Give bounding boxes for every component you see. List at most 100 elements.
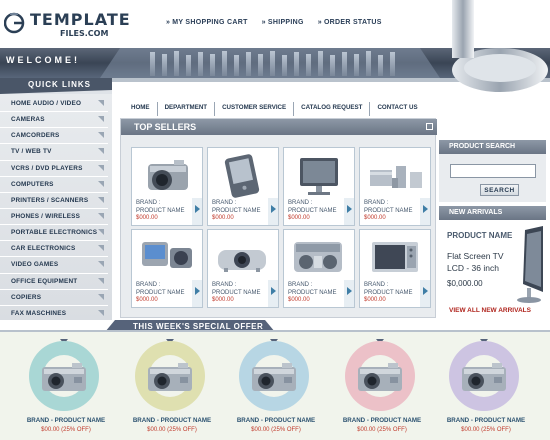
special-offer-header-bg [0,320,550,332]
digital-camera-icon[interactable] [146,361,194,393]
product-card[interactable]: BRAND : PRODUCT NAME $000.00 [207,229,279,308]
site-logo[interactable]: TEMPLATE FILES.COM [4,8,144,42]
nav-department[interactable]: DEPARTMENT [158,102,216,116]
corner-arrow-icon [98,164,104,171]
product-card-name: BRAND : PRODUCT NAME [364,282,413,297]
play-arrow-icon[interactable] [195,287,200,295]
digital-camera-icon[interactable] [250,361,298,393]
offer-product-name[interactable]: BRAND - PRODUCT NAME [122,417,222,424]
sidebar-item[interactable]: HOME AUDIO / VIDEO [0,96,108,113]
special-offer-title: THIS WEEK'S SPECIAL OFFER [133,322,264,331]
play-arrow-icon[interactable] [271,287,276,295]
sidebar-item[interactable]: TV / WEB TV [0,144,108,161]
product-name: PRODUCT NAME [288,289,337,296]
sidebar-item[interactable]: PORTABLE ELECTRONICS [0,225,108,242]
play-arrow-icon[interactable] [423,287,428,295]
product-card[interactable]: BRAND : PRODUCT NAME $000.00 [359,147,431,226]
offer-price: $00.00 (25% OFF) [357,427,407,433]
order-status-link[interactable]: » ORDER STATUS [318,19,382,26]
shopping-cart-label: MY SHOPPING CART [172,19,248,26]
product-price: $000.00 [364,215,386,221]
offer-price: $00.00 (25% OFF) [41,427,91,433]
product-card-name: BRAND : PRODUCT NAME [136,200,185,215]
corner-arrow-icon [98,132,104,139]
product-card[interactable]: BRAND : PRODUCT NAME $000.00 [283,147,355,226]
lcd-monitor-icon[interactable] [286,150,352,198]
product-price: $000.00 [136,215,158,221]
offer-product-name[interactable]: BRAND - PRODUCT NAME [436,417,536,424]
play-arrow-icon[interactable] [347,205,352,213]
nav-customer-service[interactable]: CUSTOMER SERVICE [215,102,295,116]
corner-arrow-icon [98,148,104,155]
pda-icon[interactable] [210,150,276,198]
digital-camera-icon[interactable] [460,361,508,393]
sidebar-item[interactable]: VCRS / DVD PLAYERS [0,161,108,177]
home-theater-icon[interactable] [362,150,428,198]
sidebar-item-label: PRINTERS / SCANNERS [11,196,89,204]
sidebar-item[interactable]: CAMERAS [0,112,108,129]
digital-camera-icon[interactable] [134,150,200,198]
search-button[interactable]: SEARCH [480,184,519,196]
sidebar-item[interactable]: OFFICE EQUIPMENT [0,274,108,290]
sidebar-item-label: HOME AUDIO / VIDEO [11,100,82,108]
header-product-graphic [452,0,548,92]
product-name: PRODUCT NAME [136,207,185,214]
corner-arrow-icon [98,116,104,123]
special-offer-item[interactable]: BRAND - PRODUCT NAME $00.00 (25% OFF) [342,337,422,437]
corner-arrow-icon [98,293,104,300]
sidebar-item-label: PORTABLE ELECTRONICS [11,229,98,237]
sidebar-item[interactable]: PHONES / WIRELESS [0,209,108,226]
product-card-name: BRAND : PRODUCT NAME [364,200,413,215]
play-arrow-icon[interactable] [271,205,276,213]
sidebar-item[interactable]: CAR ELECTRONICS [0,241,108,258]
product-card[interactable]: BRAND : PRODUCT NAME $000.00 [359,229,431,308]
product-card[interactable]: BRAND : PRODUCT NAME $000.00 [131,147,203,226]
microwave-icon[interactable] [362,232,428,280]
play-arrow-icon[interactable] [423,205,428,213]
sidebar-item[interactable]: CAMCORDERS [0,128,108,145]
product-card[interactable]: BRAND : PRODUCT NAME $000.00 [207,147,279,226]
camcorder-tv-icon[interactable] [134,232,200,280]
sidebar-item-label: COMPUTERS [11,180,54,188]
play-arrow-icon[interactable] [195,205,200,213]
flat-screen-tv-image[interactable] [511,226,545,304]
offer-product-name[interactable]: BRAND - PRODUCT NAME [226,417,326,424]
radio-icon[interactable] [286,232,352,280]
shopping-cart-link[interactable]: » MY SHOPPING CART [166,19,248,26]
product-price: $000.00 [288,297,310,303]
sidebar-item[interactable]: COMPUTERS [0,177,108,193]
sidebar-item[interactable]: COPIERS [0,290,108,306]
panel-toggle-icon[interactable] [426,123,433,130]
special-offer-item[interactable]: BRAND - PRODUCT NAME $00.00 (25% OFF) [26,337,106,437]
sidebar-item-label: CAR ELECTRONICS [11,245,76,253]
corner-arrow-icon [98,309,104,316]
projector-icon[interactable] [210,232,276,280]
sidebar-item-label: CAMERAS [11,116,45,124]
shipping-link[interactable]: » SHIPPING [262,19,304,26]
search-input[interactable] [450,164,536,178]
corner-arrow-icon [98,245,104,252]
offer-product-name[interactable]: BRAND - PRODUCT NAME [332,417,432,424]
digital-camera-icon[interactable] [40,361,88,393]
nav-home[interactable]: HOME [124,102,158,116]
top-sellers-panel: TOP SELLERS BRAND : PRODUCT NAME $000.00 BR… [120,118,437,318]
nav-contact-us[interactable]: CONTACT US [370,102,424,116]
play-arrow-icon[interactable] [347,287,352,295]
sidebar-item-label: FAX MASCHINES [11,309,67,317]
special-offer-item[interactable]: BRAND - PRODUCT NAME $00.00 (25% OFF) [132,337,212,437]
product-card-name: BRAND : PRODUCT NAME [136,282,185,297]
product-card[interactable]: BRAND : PRODUCT NAME $000.00 [131,229,203,308]
special-offer-item[interactable]: BRAND - PRODUCT NAME $00.00 (25% OFF) [236,337,316,437]
corner-arrow-icon [98,100,104,106]
sidebar-item[interactable]: PRINTERS / SCANNERS [0,193,108,209]
product-search-title: PRODUCT SEARCH [449,143,516,150]
sidebar-item[interactable]: VIDEO GAMES [0,257,108,274]
offer-product-name[interactable]: BRAND - PRODUCT NAME [16,417,116,424]
digital-camera-icon[interactable] [356,361,404,393]
view-all-new-arrivals-link[interactable]: VIEW ALL NEW ARRIVALS [449,307,531,314]
product-name: PRODUCT NAME [136,289,185,296]
nav-catalog-request[interactable]: CATALOG REQUEST [294,102,371,116]
product-brand: BRAND : [288,200,313,206]
product-card[interactable]: BRAND : PRODUCT NAME $000.00 [283,229,355,308]
special-offer-item[interactable]: BRAND - PRODUCT NAME $00.00 (25% OFF) [446,337,526,437]
